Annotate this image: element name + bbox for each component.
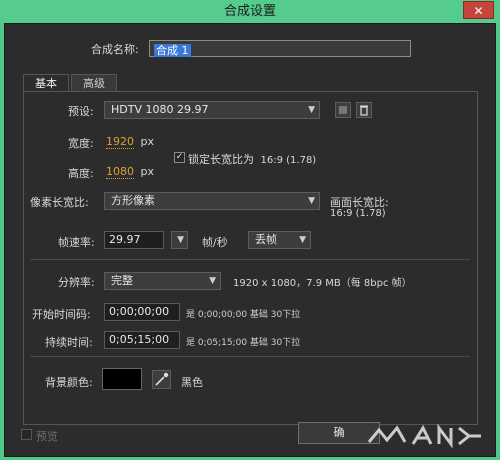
start-timecode-info: 是 0;00;00;00 基础 30下拉 <box>186 310 301 320</box>
width-value: 1920 <box>106 135 134 149</box>
width-unit: px <box>140 135 155 148</box>
delete-preset-button[interactable] <box>356 102 372 118</box>
chevron-down-icon: ▼ <box>299 235 306 245</box>
background-color-label: 背景颜色: <box>45 376 93 389</box>
pixel-aspect-value: 方形像素 <box>111 194 155 207</box>
background-color-swatch[interactable] <box>102 368 142 390</box>
preset-value: HDTV 1080 29.97 <box>111 103 209 116</box>
chevron-down-icon: ▼ <box>209 276 216 286</box>
save-preset-button[interactable] <box>335 102 351 118</box>
start-timecode-input[interactable]: 0;00;00;00 <box>104 303 180 321</box>
preview-label: 预览 <box>36 430 58 443</box>
chevron-down-icon: ▼ <box>177 235 184 245</box>
frame-rate-value: 29.97 <box>109 233 141 246</box>
height-unit: px <box>140 165 155 178</box>
frame-rate-unit: 帧/秒 <box>202 236 228 249</box>
composition-settings-dialog: 合成名称: 合成 1 基本 高级 预设: HDTV 1080 29.97 ▼ 宽… <box>4 23 496 457</box>
tab-advanced[interactable]: 高级 <box>71 74 117 92</box>
save-icon <box>339 106 347 114</box>
window-title: 合成设置 <box>223 4 276 19</box>
height-label: 高度: <box>68 167 94 180</box>
lock-aspect-label: 锁定长宽比为 16:9 (1.78) <box>188 151 316 167</box>
frame-rate-label: 帧速率: <box>58 236 95 249</box>
frame-aspect-value: 16:9 (1.78) <box>330 208 386 219</box>
eyedropper-icon <box>155 372 169 386</box>
frame-rate-input[interactable]: 29.97 <box>104 231 164 249</box>
tab-basic[interactable]: 基本 <box>23 74 69 92</box>
drop-frame-value: 丢帧 <box>255 233 277 246</box>
check-icon: ✓ <box>175 152 184 162</box>
preview-checkbox[interactable] <box>21 429 32 440</box>
chevron-down-icon: ▼ <box>308 196 315 206</box>
background-color-name: 黑色 <box>181 376 203 389</box>
close-icon: ✕ <box>473 4 484 18</box>
divider <box>30 259 470 260</box>
resolution-value: 完整 <box>111 274 133 287</box>
lock-aspect-ratio: 16:9 (1.78) <box>260 155 317 166</box>
frame-rate-dropdown[interactable]: ▼ <box>171 231 188 249</box>
lock-aspect-checkbox[interactable]: ✓ <box>174 152 185 163</box>
eyedropper-button[interactable] <box>152 370 171 389</box>
height-field[interactable]: 1080 px <box>106 165 155 179</box>
pixel-aspect-select[interactable]: 方形像素 ▼ <box>104 192 320 210</box>
window-titlebar: 合成设置 ✕ <box>0 0 500 23</box>
preset-label: 预设: <box>68 105 94 118</box>
tab-advanced-label: 高级 <box>83 77 105 90</box>
ok-button-label: 确 <box>333 426 345 439</box>
tab-basic-label: 基本 <box>35 77 57 90</box>
width-label: 宽度: <box>68 137 94 150</box>
divider <box>30 356 470 357</box>
composition-name-label: 合成名称: <box>91 43 139 56</box>
resolution-label: 分辨率: <box>58 276 95 289</box>
duration-value: 0;05;15;00 <box>109 333 170 346</box>
lock-aspect-text: 锁定长宽比为 <box>188 153 254 166</box>
start-timecode-value: 0;00;00;00 <box>109 305 170 318</box>
height-value: 1080 <box>106 165 134 179</box>
close-button[interactable]: ✕ <box>463 1 494 19</box>
start-timecode-label: 开始时间码: <box>32 308 91 321</box>
resolution-info: 1920 x 1080，7.9 MB（每 8bpc 帧） <box>233 278 412 289</box>
watermark-logo <box>367 423 481 449</box>
duration-info: 是 0;05;15;00 基础 30下拉 <box>186 338 301 348</box>
duration-input[interactable]: 0;05;15;00 <box>104 331 180 349</box>
composition-name-input[interactable]: 合成 1 <box>149 40 411 57</box>
width-field[interactable]: 1920 px <box>106 135 155 149</box>
drop-frame-select[interactable]: 丢帧 ▼ <box>248 231 311 249</box>
chevron-down-icon: ▼ <box>308 105 315 115</box>
duration-label: 持续时间: <box>45 336 93 349</box>
trash-icon <box>360 105 368 116</box>
preset-select[interactable]: HDTV 1080 29.97 ▼ <box>104 101 320 119</box>
resolution-select[interactable]: 完整 ▼ <box>104 272 221 290</box>
pixel-aspect-label: 像素长宽比: <box>30 196 89 209</box>
composition-name-value: 合成 1 <box>154 44 191 57</box>
